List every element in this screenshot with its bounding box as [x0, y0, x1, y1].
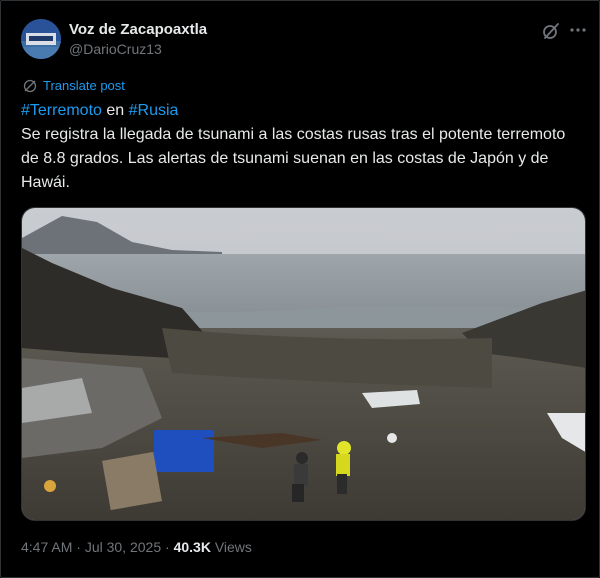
meta-separator: · [72, 539, 85, 555]
post-video[interactable] [21, 207, 586, 521]
avatar-image [21, 19, 61, 59]
post-text: #Terremoto en #Rusia Se registra la lleg… [21, 99, 586, 195]
translate-post-link[interactable]: Translate post [23, 78, 125, 93]
hashtag-rusia[interactable]: #Rusia [129, 102, 179, 119]
translate-label: Translate post [43, 78, 125, 93]
post-date[interactable]: Jul 30, 2025 [85, 539, 161, 555]
hashtag-terremoto[interactable]: #Terremoto [21, 102, 102, 119]
avatar[interactable] [21, 19, 61, 59]
translate-icon [23, 79, 37, 92]
video-frame [22, 208, 585, 520]
grok-icon[interactable] [541, 21, 561, 41]
post-meta: 4:47 AM · Jul 30, 2025 · 40.3K Views [21, 539, 252, 555]
author-handle[interactable]: @DarioCruz13 [69, 41, 162, 57]
more-icon[interactable] [567, 20, 589, 40]
post-card[interactable]: Voz de Zacapoaxtla @DarioCruz13 Translat… [0, 0, 600, 578]
views-count: 40.3K [173, 539, 211, 555]
meta-separator: · [161, 539, 174, 555]
hashtag-connector: en [101, 102, 129, 119]
post-time[interactable]: 4:47 AM [21, 539, 72, 555]
post-body: Se registra la llegada de tsunami a las … [21, 126, 566, 191]
author-name[interactable]: Voz de Zacapoaxtla [69, 21, 207, 38]
views-label: Views [210, 539, 252, 555]
